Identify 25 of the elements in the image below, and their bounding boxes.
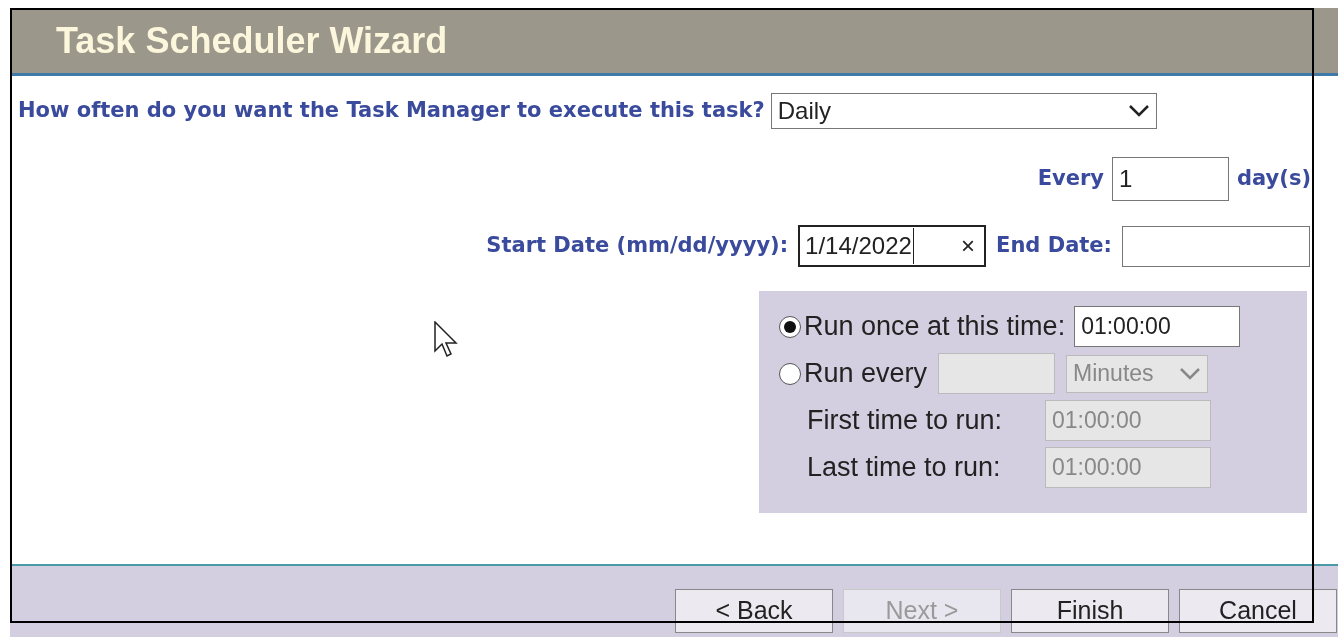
start-date-field[interactable]: 1/14/2022 × bbox=[798, 225, 987, 267]
frequency-label: How often do you want the Task Manager to execute this task? bbox=[18, 97, 765, 125]
every-label: Every bbox=[1037, 165, 1105, 193]
wizard-button[interactable]: Cancel bbox=[1179, 589, 1337, 633]
clear-button[interactable]: × bbox=[961, 228, 980, 264]
unit-label: day(s) bbox=[1237, 165, 1311, 193]
interval-field[interactable] bbox=[938, 353, 1056, 394]
mouse-pointer-icon bbox=[434, 321, 459, 359]
time-label: First time to run: bbox=[807, 404, 1004, 438]
time-label: Last time to run: bbox=[807, 451, 1002, 485]
radio-button[interactable] bbox=[779, 362, 801, 385]
start-date-label: Start Date (mm/dd/yyyy): bbox=[486, 232, 789, 260]
chevron-down-icon bbox=[1127, 104, 1150, 118]
run-every-label: Run every bbox=[804, 357, 928, 391]
end-date-label: End Date: bbox=[996, 232, 1112, 260]
chevron-down-icon bbox=[1179, 366, 1202, 381]
time-field[interactable]: 01:00:00 bbox=[1074, 306, 1241, 347]
end-date-field[interactable] bbox=[1122, 225, 1310, 267]
run-once-label: Run once at this time: bbox=[804, 310, 1066, 344]
radio-button[interactable] bbox=[779, 315, 801, 338]
frequency-dropdown[interactable]: Daily bbox=[770, 93, 1157, 129]
wizard-button[interactable]: Finish bbox=[1011, 589, 1169, 633]
interval-field[interactable]: 1 bbox=[1112, 157, 1230, 201]
wizard-button[interactable]: < Back bbox=[675, 589, 833, 633]
window-title: Task Scheduler Wizard bbox=[56, 18, 448, 63]
